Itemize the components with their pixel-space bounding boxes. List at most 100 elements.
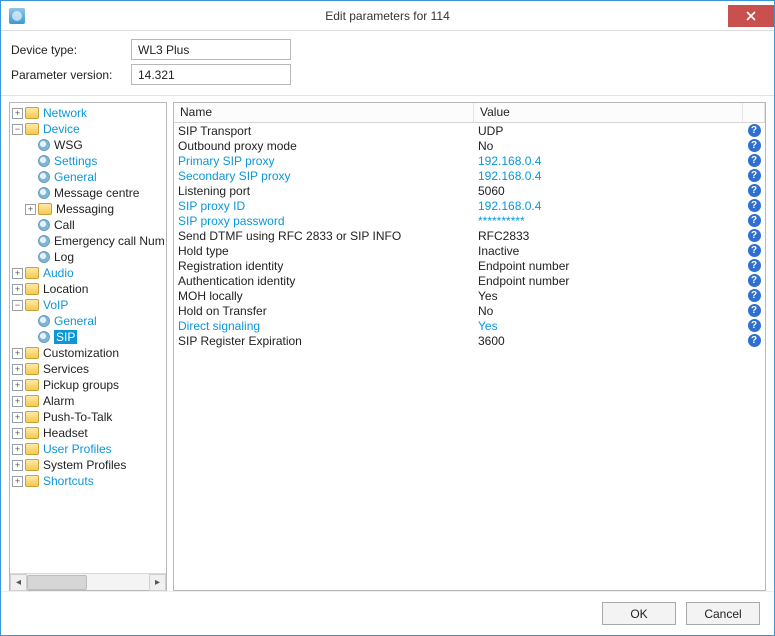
tree-item-location[interactable]: +Location bbox=[10, 281, 166, 297]
grid-row[interactable]: SIP TransportUDP? bbox=[174, 123, 765, 138]
param-value[interactable]: 192.168.0.4 bbox=[474, 169, 743, 183]
tree-item-emergency-call-num[interactable]: Emergency call Num bbox=[23, 233, 166, 249]
help-icon[interactable]: ? bbox=[748, 244, 761, 257]
help-icon[interactable]: ? bbox=[748, 259, 761, 272]
expand-icon[interactable]: + bbox=[25, 204, 36, 215]
tree-item-services[interactable]: +Services bbox=[10, 361, 166, 377]
help-icon[interactable]: ? bbox=[748, 139, 761, 152]
grid-row[interactable]: SIP Register Expiration3600? bbox=[174, 333, 765, 348]
grid-row[interactable]: Authentication identityEndpoint number? bbox=[174, 273, 765, 288]
grid-row[interactable]: Primary SIP proxy192.168.0.4? bbox=[174, 153, 765, 168]
scroll-left-button[interactable]: ◂ bbox=[10, 574, 27, 591]
grid-row[interactable]: Listening port5060? bbox=[174, 183, 765, 198]
grid-row[interactable]: Outbound proxy modeNo? bbox=[174, 138, 765, 153]
col-header-value[interactable]: Value bbox=[474, 103, 743, 122]
grid-row[interactable]: Hold typeInactive? bbox=[174, 243, 765, 258]
tree-item-sip[interactable]: SIP bbox=[23, 329, 166, 345]
tree-item-user-profiles[interactable]: +User Profiles bbox=[10, 441, 166, 457]
tree-item-customization[interactable]: +Customization bbox=[10, 345, 166, 361]
grid-row[interactable]: SIP proxy ID192.168.0.4? bbox=[174, 198, 765, 213]
param-value[interactable]: Endpoint number bbox=[474, 259, 743, 273]
expand-icon[interactable]: + bbox=[12, 476, 23, 487]
param-name: MOH locally bbox=[174, 289, 474, 303]
help-icon[interactable]: ? bbox=[748, 274, 761, 287]
tree-item-general[interactable]: General bbox=[23, 169, 166, 185]
param-value[interactable]: Yes bbox=[474, 319, 743, 333]
param-value[interactable]: No bbox=[474, 304, 743, 318]
tree-item-messaging[interactable]: +Messaging bbox=[23, 201, 166, 217]
help-icon[interactable]: ? bbox=[748, 319, 761, 332]
scroll-track[interactable] bbox=[27, 574, 149, 591]
tree-item-network[interactable]: +Network bbox=[10, 105, 166, 121]
tree-item-log[interactable]: Log bbox=[23, 249, 166, 265]
expand-icon[interactable]: + bbox=[12, 108, 23, 119]
ok-button[interactable]: OK bbox=[602, 602, 676, 625]
param-value[interactable]: RFC2833 bbox=[474, 229, 743, 243]
tree-horizontal-scrollbar[interactable]: ◂ ▸ bbox=[10, 573, 166, 590]
expand-icon[interactable]: + bbox=[12, 364, 23, 375]
grid-row[interactable]: MOH locallyYes? bbox=[174, 288, 765, 303]
grid-row[interactable]: Hold on TransferNo? bbox=[174, 303, 765, 318]
folder-icon bbox=[25, 347, 39, 359]
col-header-name[interactable]: Name bbox=[174, 103, 474, 122]
tree-item-device[interactable]: −Device bbox=[10, 121, 166, 137]
cancel-button[interactable]: Cancel bbox=[686, 602, 760, 625]
param-value[interactable]: Inactive bbox=[474, 244, 743, 258]
param-value[interactable]: 192.168.0.4 bbox=[474, 199, 743, 213]
help-icon[interactable]: ? bbox=[748, 154, 761, 167]
tree-item-alarm[interactable]: +Alarm bbox=[10, 393, 166, 409]
tree-item-pickup-groups[interactable]: +Pickup groups bbox=[10, 377, 166, 393]
grid-row[interactable]: Direct signalingYes? bbox=[174, 318, 765, 333]
help-icon[interactable]: ? bbox=[748, 199, 761, 212]
collapse-icon[interactable]: − bbox=[12, 300, 23, 311]
tree-item-headset[interactable]: +Headset bbox=[10, 425, 166, 441]
grid-row[interactable]: SIP proxy password**********? bbox=[174, 213, 765, 228]
tree-item-message-centre[interactable]: Message centre bbox=[23, 185, 166, 201]
param-value[interactable]: ********** bbox=[474, 214, 743, 228]
help-icon[interactable]: ? bbox=[748, 214, 761, 227]
tree-item-settings[interactable]: Settings bbox=[23, 153, 166, 169]
tree-item-system-profiles[interactable]: +System Profiles bbox=[10, 457, 166, 473]
expand-icon[interactable]: + bbox=[12, 460, 23, 471]
grid-row[interactable]: Send DTMF using RFC 2833 or SIP INFORFC2… bbox=[174, 228, 765, 243]
help-icon[interactable]: ? bbox=[748, 184, 761, 197]
tree-item-call[interactable]: Call bbox=[23, 217, 166, 233]
help-icon[interactable]: ? bbox=[748, 229, 761, 242]
expand-icon[interactable]: + bbox=[12, 428, 23, 439]
help-icon[interactable]: ? bbox=[748, 124, 761, 137]
expand-icon[interactable]: + bbox=[12, 444, 23, 455]
param-value[interactable]: Yes bbox=[474, 289, 743, 303]
help-icon[interactable]: ? bbox=[748, 334, 761, 347]
grid-row[interactable]: Registration identityEndpoint number? bbox=[174, 258, 765, 273]
device-type-field[interactable]: WL3 Plus bbox=[131, 39, 291, 60]
help-icon[interactable]: ? bbox=[748, 169, 761, 182]
expand-icon[interactable]: + bbox=[12, 268, 23, 279]
grid-row[interactable]: Secondary SIP proxy192.168.0.4? bbox=[174, 168, 765, 183]
expand-icon[interactable]: + bbox=[12, 396, 23, 407]
param-value[interactable]: 3600 bbox=[474, 334, 743, 348]
expand-icon[interactable]: + bbox=[12, 380, 23, 391]
param-value[interactable]: No bbox=[474, 139, 743, 153]
param-value[interactable]: Endpoint number bbox=[474, 274, 743, 288]
tree-item-voip[interactable]: −VoIP bbox=[10, 297, 166, 313]
expand-icon[interactable]: + bbox=[12, 412, 23, 423]
expand-icon[interactable]: + bbox=[12, 348, 23, 359]
tree-item-wsg[interactable]: WSG bbox=[23, 137, 166, 153]
help-icon[interactable]: ? bbox=[748, 289, 761, 302]
param-value[interactable]: 192.168.0.4 bbox=[474, 154, 743, 168]
tree-item-general[interactable]: General bbox=[23, 313, 166, 329]
param-value[interactable]: UDP bbox=[474, 124, 743, 138]
tree-item-shortcuts[interactable]: +Shortcuts bbox=[10, 473, 166, 489]
param-value[interactable]: 5060 bbox=[474, 184, 743, 198]
collapse-icon[interactable]: − bbox=[12, 124, 23, 135]
expand-icon[interactable]: + bbox=[12, 284, 23, 295]
help-icon[interactable]: ? bbox=[748, 304, 761, 317]
scroll-right-button[interactable]: ▸ bbox=[149, 574, 166, 591]
grid-header: Name Value bbox=[174, 103, 765, 123]
close-button[interactable] bbox=[728, 5, 774, 27]
tree[interactable]: +Network−DeviceWSGSettingsGeneralMessage… bbox=[10, 103, 166, 573]
param-version-field[interactable]: 14.321 bbox=[131, 64, 291, 85]
tree-item-audio[interactable]: +Audio bbox=[10, 265, 166, 281]
scroll-thumb[interactable] bbox=[27, 575, 87, 590]
tree-item-push-to-talk[interactable]: +Push-To-Talk bbox=[10, 409, 166, 425]
